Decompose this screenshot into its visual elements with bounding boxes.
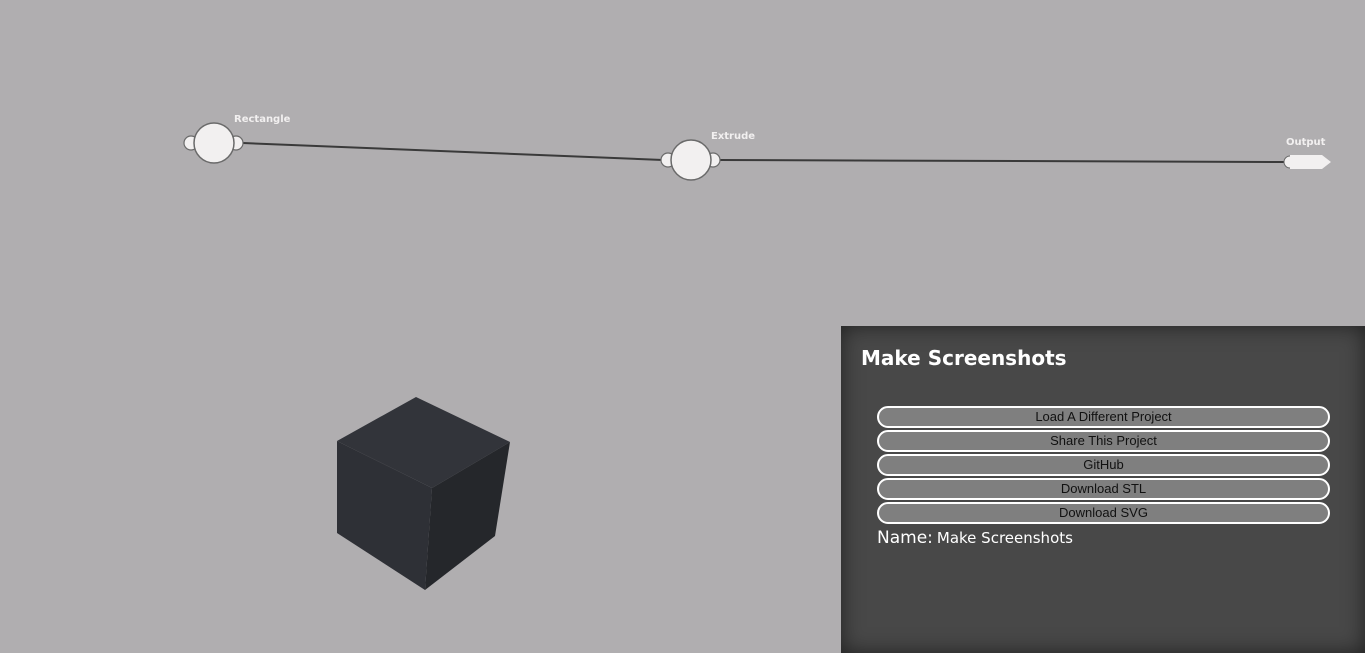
cube-render: [337, 397, 510, 590]
project-name-value: Make Screenshots: [936, 529, 1073, 547]
wire-extrude-output: [718, 159, 1287, 163]
project-name-row: Name: Make Screenshots: [877, 528, 1073, 548]
3d-viewer[interactable]: [320, 380, 530, 610]
node-label-extrude: Extrude: [711, 131, 756, 142]
wire-rectangle-extrude: [242, 142, 664, 161]
node-label-output: Output: [1286, 137, 1326, 148]
project-title: Make Screenshots: [861, 346, 1067, 370]
node-extrude[interactable]: [660, 139, 721, 181]
github-button[interactable]: GitHub: [877, 454, 1330, 476]
node-rectangle[interactable]: [183, 122, 244, 164]
rectangle-node-body[interactable]: [193, 122, 235, 164]
project-name-label: Name:: [877, 528, 933, 548]
node-label-rectangle: Rectangle: [234, 114, 291, 125]
project-sidebar: Make Screenshots Load A Different Projec…: [841, 326, 1365, 653]
output-node-body[interactable]: [1290, 155, 1331, 169]
load-project-button[interactable]: Load A Different Project: [877, 406, 1330, 428]
download-svg-button[interactable]: Download SVG: [877, 502, 1330, 524]
sidebar-button-list: Load A Different Project Share This Proj…: [877, 406, 1330, 526]
extrude-node-body[interactable]: [670, 139, 712, 181]
node-output[interactable]: [1283, 155, 1331, 169]
download-stl-button[interactable]: Download STL: [877, 478, 1330, 500]
share-project-button[interactable]: Share This Project: [877, 430, 1330, 452]
